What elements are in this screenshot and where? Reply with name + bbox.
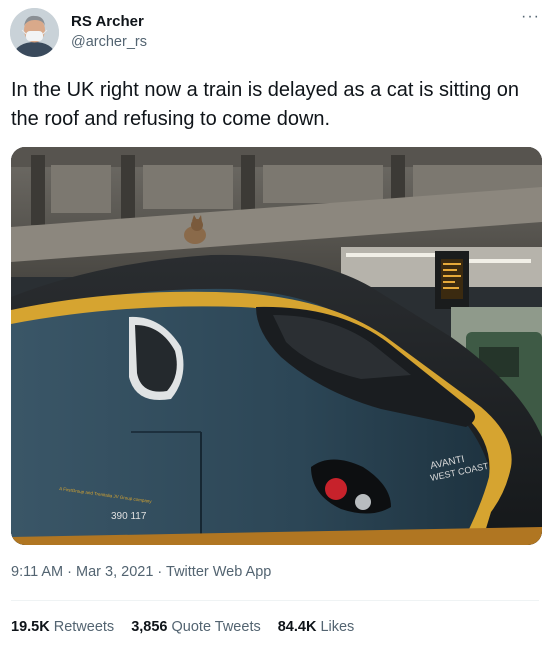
avatar[interactable] — [10, 8, 59, 57]
more-options-icon[interactable]: ··· — [521, 8, 540, 26]
likes-label: Likes — [320, 619, 355, 635]
retweets-label: Retweets — [53, 619, 115, 635]
retweets-stat[interactable]: 19.5K Retweets — [11, 619, 114, 635]
quote-tweets-count: 3,856 — [131, 619, 168, 635]
tweet-photo[interactable]: AVANTI WEST COAST 390 117 A FirstGroup a… — [11, 147, 542, 545]
author-name[interactable]: RS Archer — [71, 13, 144, 30]
retweets-count: 19.5K — [11, 619, 50, 635]
likes-count: 84.4K — [277, 619, 317, 635]
tweet-date[interactable]: Mar 3, 2021 — [76, 564, 153, 580]
tweet-stats: 19.5K Retweets 3,856 Quote Tweets 84.4K Li… — [11, 619, 371, 635]
quote-tweets-label: Quote Tweets — [171, 619, 261, 635]
train-photo: AVANTI WEST COAST 390 117 A FirstGroup a… — [11, 147, 542, 545]
likes-stat[interactable]: 84.4K Likes — [278, 619, 355, 635]
meta-separator: · — [63, 564, 77, 580]
tweet-text: In the UK right now a train is delayed a… — [11, 79, 520, 130]
avatar-image — [10, 8, 59, 57]
quote-tweets-stat[interactable]: 3,856 Quote Tweets — [131, 619, 261, 635]
train-number: 390 117 — [111, 511, 147, 522]
author-handle[interactable]: @archer_rs — [71, 34, 147, 50]
tweet-source-app[interactable]: Twitter Web App — [166, 564, 271, 580]
tweet-meta: 9:11 AM · Mar 3, 2021 · Twitter Web App — [11, 564, 271, 580]
divider — [11, 600, 539, 601]
tweet-time[interactable]: 9:11 AM — [11, 564, 63, 580]
meta-separator: · — [153, 564, 167, 580]
